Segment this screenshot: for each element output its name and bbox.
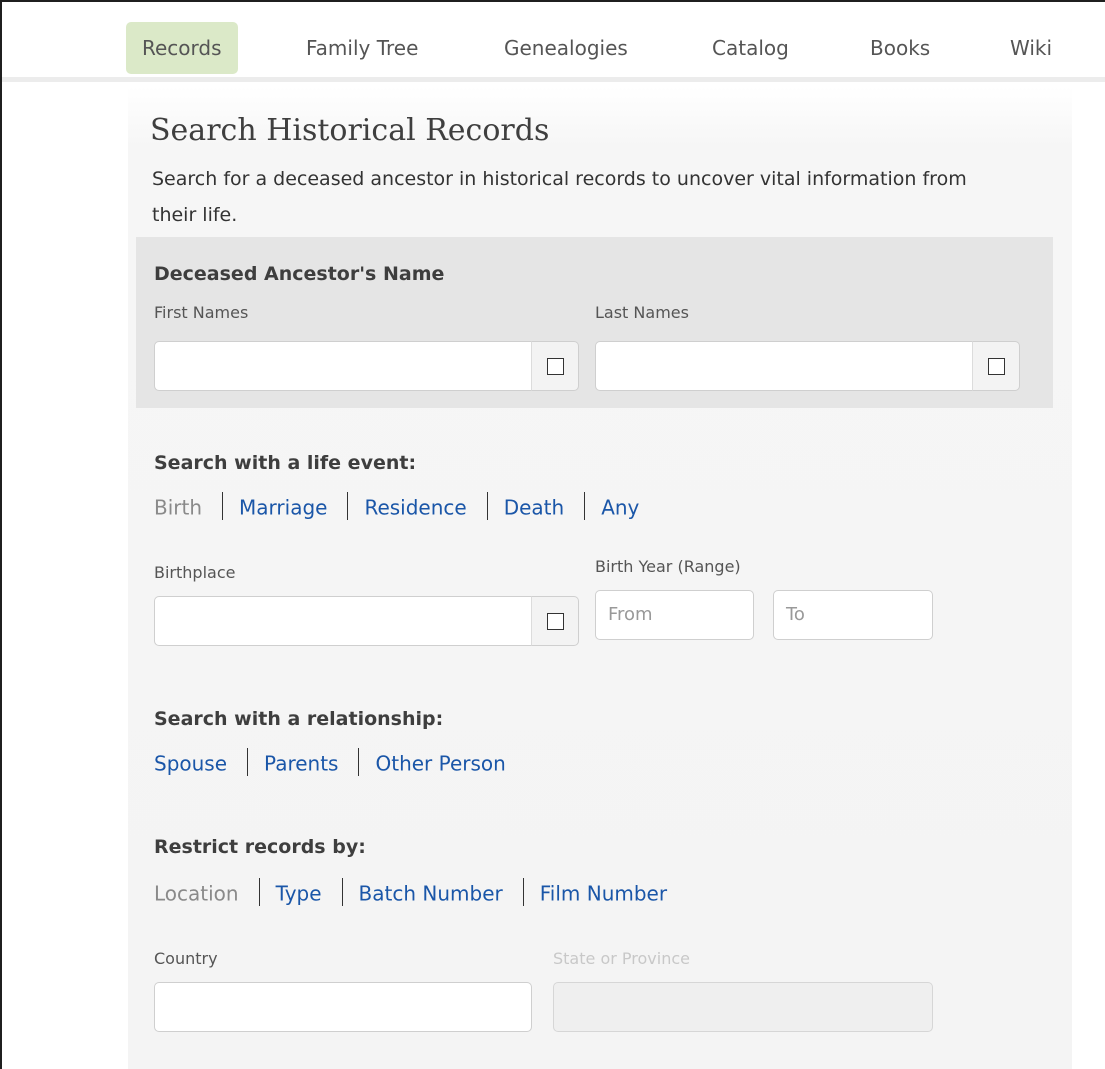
tab-birth[interactable]: Birth — [154, 496, 202, 520]
nav-books[interactable]: Books — [870, 22, 930, 74]
page-intro: Search for a deceased ancestor in histor… — [152, 168, 967, 226]
tab-separator — [258, 878, 260, 906]
last-names-input[interactable] — [595, 341, 973, 391]
birth-year-from-input[interactable]: From — [595, 590, 754, 640]
nav-genealogies[interactable]: Genealogies — [504, 22, 628, 74]
birth-year-label: Birth Year (Range) — [595, 557, 741, 576]
birth-year-to-input[interactable]: To — [773, 590, 933, 640]
country-input[interactable] — [154, 982, 532, 1032]
first-names-label: First Names — [154, 303, 249, 322]
tab-separator — [341, 878, 343, 906]
tab-other-person[interactable]: Other Person — [375, 752, 505, 776]
nav-catalog[interactable]: Catalog — [712, 22, 789, 74]
search-form-area: Search Historical Records Search for a d… — [128, 87, 1072, 1069]
tab-separator — [247, 748, 249, 776]
nav-records[interactable]: Records — [126, 22, 238, 74]
tab-parents[interactable]: Parents — [264, 752, 338, 776]
page-title: Search Historical Records — [150, 113, 550, 148]
last-names-exact-toggle — [972, 341, 1020, 391]
life-event-tabs: Birth Marriage Residence Death Any — [154, 492, 639, 523]
birthplace-exact-toggle — [531, 596, 579, 646]
first-names-input[interactable] — [154, 341, 532, 391]
tab-death[interactable]: Death — [504, 496, 564, 520]
birthplace-label: Birthplace — [154, 563, 236, 582]
birthplace-exact-checkbox[interactable] — [547, 613, 564, 630]
country-label: Country — [154, 949, 218, 968]
tab-any[interactable]: Any — [601, 496, 639, 520]
last-names-exact-checkbox[interactable] — [988, 358, 1005, 375]
last-names-label: Last Names — [595, 303, 689, 322]
tab-location[interactable]: Location — [154, 882, 239, 906]
tab-separator — [358, 748, 360, 776]
state-province-input — [553, 982, 933, 1032]
tab-separator — [347, 492, 349, 520]
tab-residence[interactable]: Residence — [364, 496, 466, 520]
tab-separator — [522, 878, 524, 906]
ancestor-name-heading: Deceased Ancestor's Name — [154, 263, 445, 285]
life-event-heading: Search with a life event: — [154, 452, 417, 474]
relationship-heading: Search with a relationship: — [154, 708, 444, 730]
tab-batch-number[interactable]: Batch Number — [359, 882, 503, 906]
tab-separator — [584, 492, 586, 520]
nav-wiki[interactable]: Wiki — [1010, 22, 1052, 74]
birthplace-input[interactable] — [154, 596, 532, 646]
browser-frame: Records Family Tree Genealogies Catalog … — [0, 0, 1105, 1069]
tab-separator — [222, 492, 224, 520]
relationship-tabs: Spouse Parents Other Person — [154, 748, 506, 779]
nav-family-tree[interactable]: Family Tree — [306, 22, 418, 74]
first-names-exact-checkbox[interactable] — [547, 358, 564, 375]
tab-spouse[interactable]: Spouse — [154, 752, 227, 776]
tab-type[interactable]: Type — [276, 882, 322, 906]
tab-film-number[interactable]: Film Number — [540, 882, 667, 906]
first-names-exact-toggle — [531, 341, 579, 391]
top-navigation: Records Family Tree Genealogies Catalog … — [2, 2, 1105, 82]
tab-marriage[interactable]: Marriage — [239, 496, 327, 520]
ancestor-name-panel: Deceased Ancestor's Name First Names Las… — [136, 237, 1053, 408]
restrict-tabs: Location Type Batch Number Film Number — [154, 878, 667, 909]
tab-separator — [486, 492, 488, 520]
state-province-label: State or Province — [553, 949, 690, 968]
restrict-heading: Restrict records by: — [154, 836, 366, 858]
